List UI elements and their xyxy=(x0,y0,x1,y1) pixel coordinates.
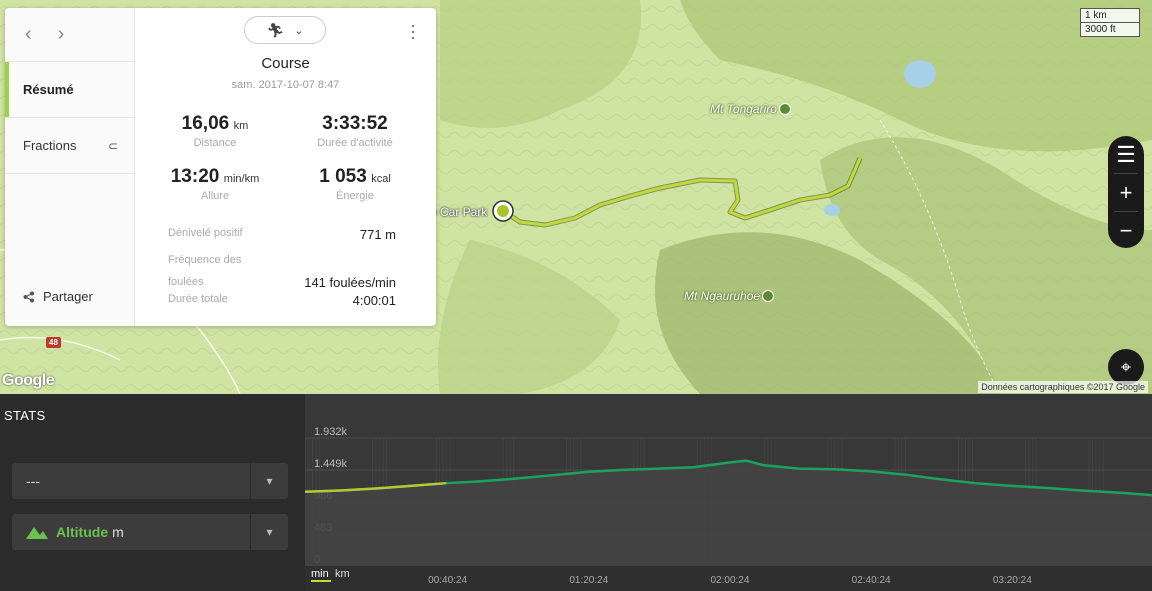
summary-panel: 🏃︎ ⌄ · · · Course sam. 2017-10-07 8:47 16,… xyxy=(135,8,436,326)
x-tick-label: 00:40:24 xyxy=(428,575,467,586)
mountain-icon xyxy=(26,527,48,539)
detail-row: Dénivelé positif 771 m xyxy=(168,227,396,242)
mountain-icon xyxy=(762,290,775,302)
stats-title: STATS xyxy=(4,408,46,423)
road-badge: 48 xyxy=(46,337,61,348)
altitude-chart[interactable]: 1.932k1.449k966483000:40:2401:20:2402:00… xyxy=(304,394,1152,591)
nav-arrows: ‹ › xyxy=(5,8,134,62)
altitude-chart-svg: 1.932k1.449k966483000:40:2401:20:2402:00… xyxy=(304,426,1152,591)
activity-type-selector[interactable]: 🏃︎ ⌄ xyxy=(244,16,326,44)
chevron-right-icon[interactable]: › xyxy=(58,23,65,46)
metric-dropdown-1[interactable]: --- ▾ xyxy=(12,463,288,499)
chevron-down-icon: ⌄ xyxy=(294,24,304,37)
x-tick-label: 01:20:24 xyxy=(569,575,608,586)
laps-icon: ⊂ xyxy=(107,138,118,153)
recenter-button[interactable]: ⌖ xyxy=(1108,349,1144,385)
mountain-icon xyxy=(778,103,791,115)
activity-card: ‹ › Résumé Fractions ⊂ Partager 🏃︎ ⌄ · · ·… xyxy=(5,8,436,326)
map-attribution[interactable]: Données cartographiques ©2017 Google xyxy=(978,381,1148,393)
activity-date: sam. 2017-10-07 8:47 xyxy=(231,79,340,91)
more-options-icon[interactable]: · · · xyxy=(410,16,416,46)
stat-duration: 3:33:52 Durée d'activité xyxy=(317,113,393,149)
detail-row: Durée totale 4:00:01 xyxy=(168,293,396,308)
stat-energy: 1 053 kcal Énergie xyxy=(319,166,391,202)
stat-distance: 16,06 km Distance xyxy=(181,113,249,149)
menu-icon[interactable]: ☰ xyxy=(1108,136,1144,173)
share-icon xyxy=(23,291,34,302)
x-unit-km: km xyxy=(335,568,350,580)
x-tick-label: 02:40:24 xyxy=(852,575,891,586)
running-icon: 🏃︎ xyxy=(266,21,285,38)
google-logo: Google xyxy=(2,372,55,389)
stats-panel: STATS --- ▾ Altitude m ▾ xyxy=(0,394,305,591)
chevron-down-icon: ▾ xyxy=(250,463,288,499)
x-unit-min: min xyxy=(311,568,329,580)
x-unit-underline xyxy=(311,580,331,582)
map-scale: 1 km 3000 ft xyxy=(1080,8,1140,37)
x-tick-label: 02:00:24 xyxy=(711,575,750,586)
carpark-label: o Car Park xyxy=(430,205,488,219)
stat-pace: 13:20 min/km Allure xyxy=(170,166,260,202)
zoom-in-button[interactable]: + xyxy=(1108,174,1144,211)
sidebar-item-fractions[interactable]: Fractions ⊂ xyxy=(5,118,134,174)
poi-mt-ngauruhoe[interactable]: Mt Ngauruhoe xyxy=(684,289,775,303)
x-tick-label: 03:20:24 xyxy=(993,575,1032,586)
card-sidebar: ‹ › Résumé Fractions ⊂ Partager xyxy=(5,8,135,326)
metric-dropdown-altitude[interactable]: Altitude m ▾ xyxy=(12,514,288,550)
altitude-area xyxy=(305,460,1152,566)
activity-title: Course xyxy=(261,55,310,72)
map-control-group: ☰ + − xyxy=(1108,136,1144,248)
y-tick-label: 1.449k xyxy=(314,458,348,470)
detail-row: Fréquence des foulées 141 foulées/min xyxy=(168,254,396,290)
sidebar-item-resume[interactable]: Résumé xyxy=(5,62,134,118)
zoom-out-button[interactable]: − xyxy=(1108,212,1144,249)
share-button[interactable]: Partager xyxy=(23,289,93,304)
chevron-down-icon: ▾ xyxy=(250,514,288,550)
y-tick-label: 1.932k xyxy=(314,426,348,438)
chevron-left-icon[interactable]: ‹ xyxy=(25,23,32,46)
poi-mt-tongariro[interactable]: Mt Tongariro xyxy=(710,102,791,116)
